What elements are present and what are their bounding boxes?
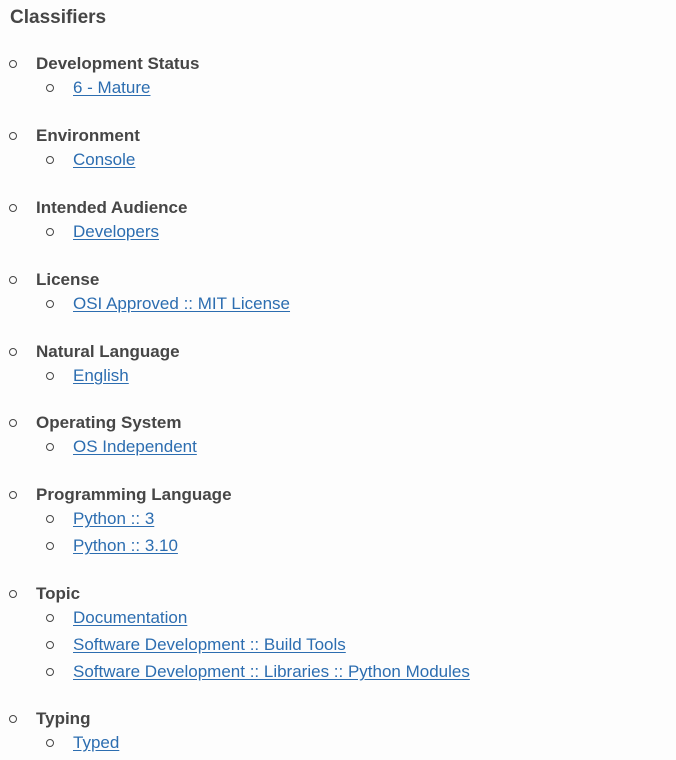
classifier-group-development-status: Development Status 6 - Mature — [0, 53, 676, 102]
classifier-link[interactable]: Software Development :: Build Tools — [73, 634, 346, 656]
classifier-link[interactable]: 6 - Mature — [73, 77, 150, 99]
classifier-group-environment: Environment Console — [0, 125, 676, 174]
classifier-item: Documentation — [0, 605, 676, 632]
classifier-category: Topic — [0, 583, 676, 605]
classifier-category-label: Development Status — [36, 54, 200, 73]
classifier-item: Developers — [0, 219, 676, 246]
classifier-link[interactable]: Python :: 3 — [73, 508, 154, 530]
classifier-group-operating-system: Operating System OS Independent — [0, 412, 676, 461]
classifier-item: Python :: 3 — [0, 506, 676, 533]
classifier-category: Operating System — [0, 412, 676, 434]
classifier-category-label: Topic — [36, 584, 81, 603]
classifier-category: Typing — [0, 708, 676, 730]
classifier-item: Console — [0, 147, 676, 174]
classifier-link[interactable]: English — [73, 365, 129, 387]
bullet-icon — [46, 668, 54, 676]
classifier-group-license: License OSI Approved :: MIT License — [0, 269, 676, 318]
bullet-icon — [46, 515, 54, 523]
bullet-icon — [46, 84, 54, 92]
classifier-link[interactable]: OS Independent — [73, 436, 197, 458]
classifier-category: Programming Language — [0, 484, 676, 506]
classifier-category: Natural Language — [0, 341, 676, 363]
bullet-icon — [46, 641, 54, 649]
classifier-link[interactable]: OSI Approved :: MIT License — [73, 293, 290, 315]
classifier-category-label: Intended Audience — [36, 198, 188, 217]
bullet-icon — [46, 372, 54, 380]
classifier-category-label: Typing — [36, 709, 91, 728]
classifier-item: English — [0, 363, 676, 390]
bullet-icon — [9, 715, 17, 723]
classifier-group-natural-language: Natural Language English — [0, 341, 676, 390]
classifier-category: License — [0, 269, 676, 291]
classifier-link[interactable]: Developers — [73, 221, 159, 243]
classifier-item: OSI Approved :: MIT License — [0, 291, 676, 318]
bullet-icon — [9, 204, 17, 212]
bullet-icon — [46, 739, 54, 747]
classifier-item: Software Development :: Libraries :: Pyt… — [0, 659, 676, 686]
classifier-link[interactable]: Python :: 3.10 — [73, 535, 178, 557]
classifier-item: Python :: 3.10 — [0, 533, 676, 560]
classifier-category: Development Status — [0, 53, 676, 75]
bullet-icon — [9, 590, 17, 598]
classifier-category-label: Operating System — [36, 413, 182, 432]
bullet-icon — [46, 228, 54, 236]
bullet-icon — [46, 300, 54, 308]
classifier-category-label: License — [36, 270, 100, 289]
bullet-icon — [46, 443, 54, 451]
classifier-link[interactable]: Console — [73, 149, 135, 171]
classifier-category-label: Environment — [36, 126, 140, 145]
bullet-icon — [9, 276, 17, 284]
classifier-group-topic: Topic Documentation Software Development… — [0, 583, 676, 686]
bullet-icon — [46, 614, 54, 622]
bullet-icon — [9, 60, 17, 68]
classifier-group-programming-language: Programming Language Python :: 3 Python … — [0, 484, 676, 560]
classifier-item: OS Independent — [0, 434, 676, 461]
classifier-item: 6 - Mature — [0, 75, 676, 102]
bullet-icon — [9, 419, 17, 427]
classifier-category-label: Programming Language — [36, 485, 232, 504]
classifier-link[interactable]: Documentation — [73, 607, 187, 629]
classifier-link[interactable]: Typed — [73, 732, 119, 754]
classifier-link[interactable]: Software Development :: Libraries :: Pyt… — [73, 661, 470, 683]
classifier-category: Environment — [0, 125, 676, 147]
classifier-item: Software Development :: Build Tools — [0, 632, 676, 659]
classifier-category: Intended Audience — [0, 197, 676, 219]
classifiers-heading: Classifiers — [10, 7, 107, 28]
classifier-group-typing: Typing Typed — [0, 708, 676, 757]
classifier-category-label: Natural Language — [36, 342, 180, 361]
bullet-icon — [46, 542, 54, 550]
bullet-icon — [9, 491, 17, 499]
classifier-group-intended-audience: Intended Audience Developers — [0, 197, 676, 246]
bullet-icon — [46, 156, 54, 164]
classifier-item: Typed — [0, 730, 676, 757]
bullet-icon — [9, 132, 17, 140]
bullet-icon — [9, 348, 17, 356]
